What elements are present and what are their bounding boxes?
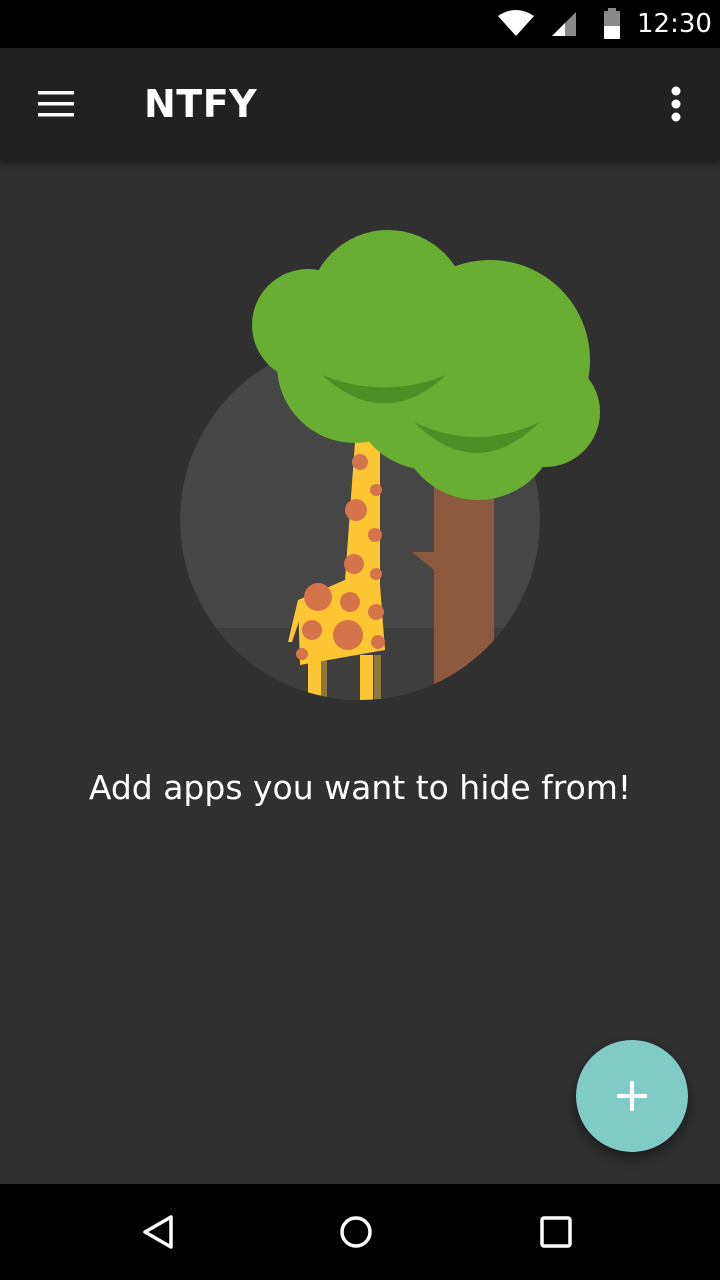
battery-icon [602, 8, 622, 44]
more-vert-icon [671, 86, 681, 122]
app-title: NTFY [144, 82, 258, 126]
cell-signal-icon [550, 10, 578, 42]
navigation-bar [0, 1184, 720, 1280]
wifi-icon [496, 8, 536, 44]
status-clock: 12:30 [637, 9, 712, 39]
screen: 12:30 NTFY Add apps you want to hide fro… [0, 0, 720, 1280]
overflow-menu-button[interactable] [644, 72, 708, 136]
empty-state-message: Add apps you want to hide from! [88, 768, 632, 807]
status-bar: 12:30 [0, 0, 720, 48]
back-button[interactable] [126, 1200, 190, 1264]
home-icon [340, 1216, 372, 1248]
plus-icon [617, 1081, 647, 1111]
back-icon [143, 1215, 173, 1249]
recents-button[interactable] [524, 1200, 588, 1264]
home-button[interactable] [324, 1200, 388, 1264]
hamburger-menu-button[interactable] [20, 68, 92, 140]
recents-icon [540, 1216, 572, 1248]
app-bar: NTFY [0, 48, 720, 160]
add-app-button[interactable] [576, 1040, 688, 1152]
giraffe-tree-illustration [180, 230, 600, 700]
hamburger-menu-icon [38, 91, 74, 117]
